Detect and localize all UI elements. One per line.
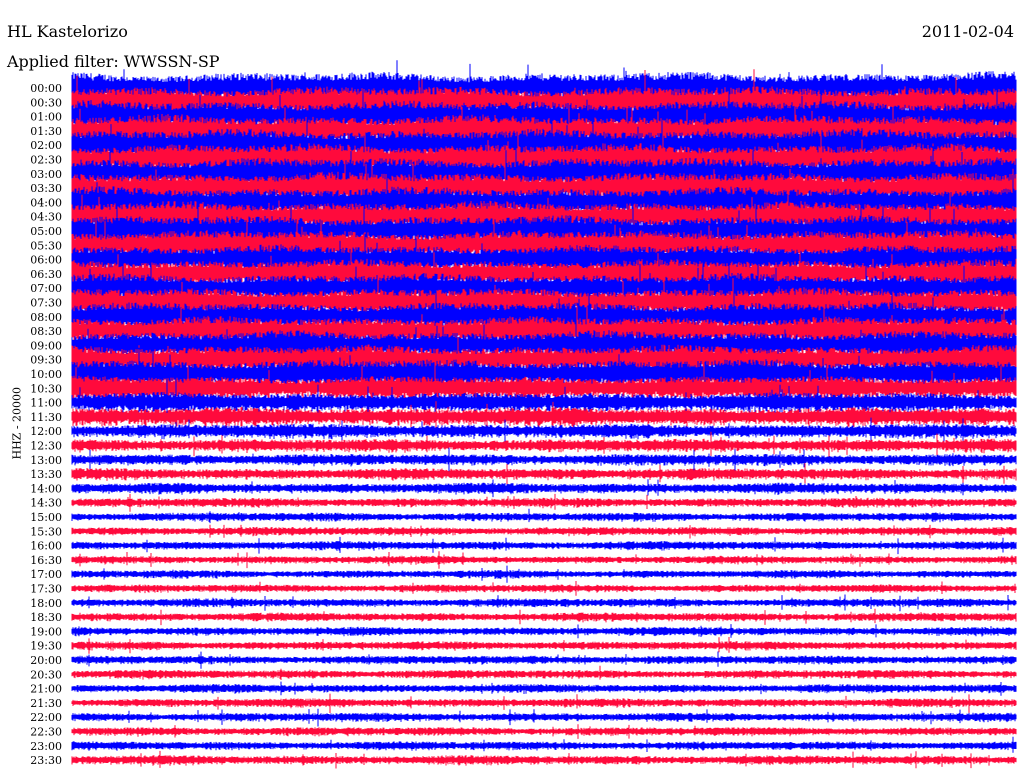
row-time-label: 21:30	[30, 697, 62, 710]
row-time-label: 01:30	[30, 125, 62, 138]
trace-row-1400	[71, 479, 1017, 498]
row-time-label: 17:00	[30, 568, 62, 581]
trace-row-1700	[71, 565, 1017, 583]
row-time-label: 17:30	[30, 583, 62, 596]
row-time-label: 09:00	[30, 339, 62, 352]
row-time-label: 11:00	[30, 397, 62, 410]
row-time-label: 12:00	[30, 425, 62, 438]
row-time-label: 16:30	[30, 554, 62, 567]
trace-row-2300	[71, 736, 1017, 753]
row-time-label: 06:00	[30, 254, 62, 267]
trace-row-1300	[71, 447, 1017, 472]
row-time-label: 16:00	[30, 540, 62, 553]
trace-row-1500	[71, 508, 1017, 524]
row-time-label: 13:30	[30, 468, 62, 481]
row-time-label: 06:30	[30, 268, 62, 281]
row-time-label: 04:00	[30, 196, 62, 209]
trace-row-1530	[71, 524, 1017, 539]
row-time-label: 11:30	[30, 411, 62, 424]
helicorder-plot: 00:0000:30 01:0001:3002:00 02:3003:0003:30…	[30, 60, 1017, 769]
row-time-label: 09:30	[30, 354, 62, 367]
row-time-label: 14:30	[30, 497, 62, 510]
row-time-label: 00:00	[30, 82, 62, 95]
row-time-label: 03:30	[30, 182, 62, 195]
row-time-label: 10:30	[30, 382, 62, 395]
row-time-label: 20:00	[30, 654, 62, 667]
trace-row-2200	[71, 708, 1017, 727]
row-time-label: 18:30	[30, 611, 62, 624]
row-time-label: 19:30	[30, 640, 62, 653]
trace-row-2330	[71, 750, 1017, 769]
trace-row-1930	[71, 637, 1017, 654]
row-time-label: 22:00	[30, 711, 62, 724]
trace-row-2230	[71, 724, 1017, 739]
trace-row-1800	[71, 594, 1017, 612]
trace-row-1600	[71, 536, 1017, 555]
row-time-label: 04:30	[30, 211, 62, 224]
row-time-label: 05:30	[30, 239, 62, 252]
row-time-label: 08:30	[30, 325, 62, 338]
row-time-label: 05:00	[30, 225, 62, 238]
trace-row-1900	[71, 624, 1017, 639]
row-time-label: 00:30	[30, 96, 62, 109]
row-time-label: 23:00	[30, 740, 62, 753]
row-time-label: 13:00	[30, 454, 62, 467]
row-time-label: 07:00	[30, 282, 62, 295]
row-time-label: 02:30	[30, 154, 62, 167]
channel-label: HHZ - 20000	[10, 386, 24, 460]
row-time-label: 08:00	[30, 311, 62, 324]
row-time-label: 07:30	[30, 297, 62, 310]
trace-row-2130	[71, 693, 1017, 713]
row-time-label: 23:30	[30, 754, 62, 767]
row-time-label: 01:00	[30, 111, 62, 124]
row-time-label: 18:00	[30, 597, 62, 610]
trace-row-1630	[71, 551, 1017, 569]
row-time-label: 20:30	[30, 668, 62, 681]
row-time-label: 03:00	[30, 168, 62, 181]
row-time-label: 19:00	[30, 625, 62, 638]
row-time-label: 15:00	[30, 511, 62, 524]
trace-row-2100	[71, 681, 1017, 696]
row-time-label: 15:30	[30, 525, 62, 538]
trace-row-1730	[71, 581, 1017, 596]
trace-row-1330	[71, 463, 1017, 485]
row-time-label: 22:30	[30, 726, 62, 739]
row-time-label: 14:00	[30, 482, 62, 495]
trace-row-2000	[71, 651, 1017, 669]
trace-row-1830	[71, 608, 1017, 626]
trace-row-1430	[71, 493, 1017, 512]
row-time-label: 10:00	[30, 368, 62, 381]
row-time-label: 12:30	[30, 440, 62, 453]
trace-row-2030	[71, 665, 1017, 680]
row-time-label: 21:00	[30, 683, 62, 696]
row-time-label: 02:00	[30, 139, 62, 152]
